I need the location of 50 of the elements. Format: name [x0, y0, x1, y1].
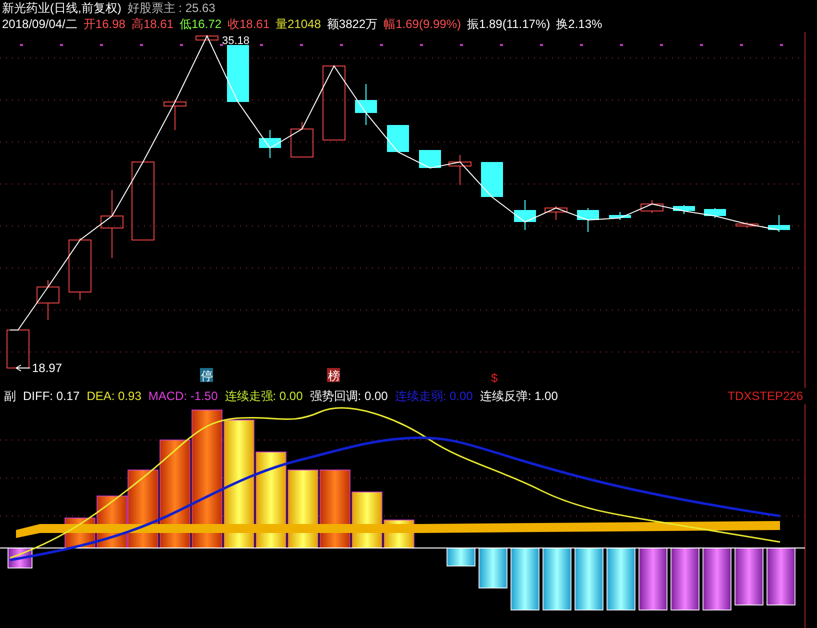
falling-candle	[227, 44, 249, 102]
quote-field: 振1.89(11.17%)	[466, 16, 550, 32]
quote-field: 开16.98	[83, 16, 126, 32]
rising-candle	[68, 238, 92, 300]
event-marker: $	[490, 370, 503, 385]
panel-label: 副	[4, 388, 16, 404]
event-marker: 停	[200, 368, 213, 383]
falling-candle	[481, 162, 503, 198]
indicator-reading: 连续走强: 0.00	[224, 388, 303, 404]
rising-candle	[290, 122, 314, 158]
indicator-reading: MACD: -1.50	[148, 389, 218, 403]
arrow-icon	[16, 364, 30, 372]
falling-candle	[514, 200, 536, 230]
rising-candle	[100, 190, 124, 258]
quote-field: 高18.61	[131, 16, 174, 32]
rising-candle	[640, 200, 664, 214]
high-price-label: 35.18	[222, 35, 250, 47]
rising-candle	[736, 222, 758, 228]
formula-name: TDXSTEP226	[728, 389, 803, 403]
quote-field: 量21048	[276, 16, 321, 32]
quote-field: 额3822万	[326, 16, 378, 32]
quote-field: 收18.61	[228, 16, 270, 32]
falling-candle	[577, 208, 599, 232]
indicator-reading: 强势回调: 0.00	[310, 388, 388, 404]
rising-candle	[448, 154, 472, 186]
indicator-reading: 连续反弹: 1.00	[480, 388, 558, 404]
falling-candle	[768, 214, 790, 232]
indicator-reading: 连续走弱: 0.00	[394, 388, 473, 404]
quote-field: 换2.13%	[556, 16, 602, 32]
indicator-value: 好股票主 : 25.63	[127, 0, 216, 16]
falling-candle	[355, 84, 377, 126]
rising-candle	[196, 34, 218, 40]
quote-field: 2018/09/04/二	[2, 16, 78, 32]
falling-candle	[673, 204, 695, 214]
rising-candle	[544, 206, 568, 220]
falling-candle	[704, 208, 726, 218]
rising-candle	[36, 280, 60, 320]
quote-field: 低16.72	[179, 16, 222, 32]
indicator-reading: DIFF: 0.17	[23, 389, 80, 403]
falling-candle	[609, 212, 631, 220]
rising-candle	[6, 330, 30, 368]
event-marker: 榜	[327, 368, 340, 383]
falling-candle	[419, 150, 441, 168]
indicator-reading: DEA: 0.93	[86, 389, 142, 403]
falling-candle	[387, 124, 409, 152]
rising-candle	[164, 100, 186, 130]
quote-field: 幅1.69(9.99%)	[384, 16, 461, 32]
falling-candle	[259, 130, 281, 158]
stock-title: 新光药业(日线,前复权)	[2, 0, 122, 16]
low-price-label: 18.97	[32, 361, 62, 375]
